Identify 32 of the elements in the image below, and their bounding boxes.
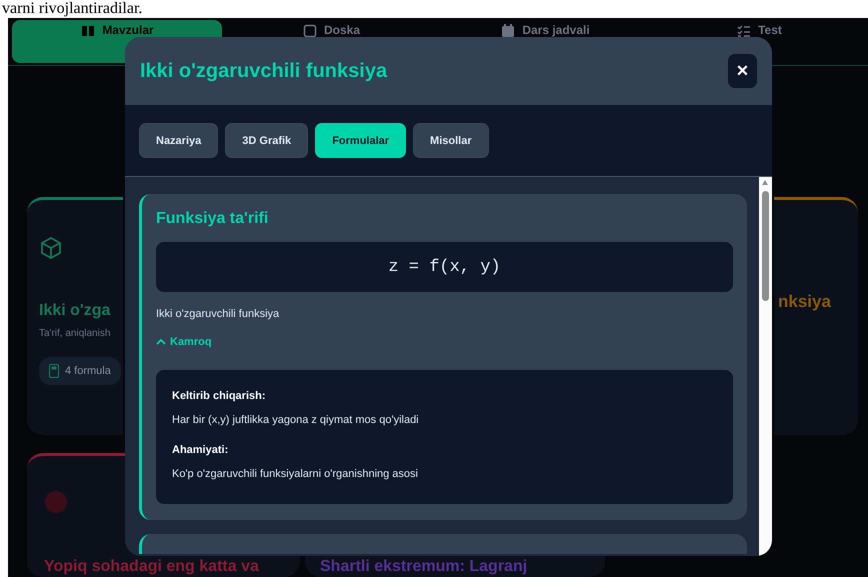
detail-label: Ahamiyati: bbox=[172, 444, 230, 456]
page-text: varni rivojlantiradilar. bbox=[1, 0, 144, 18]
topic-card[interactable]: nksiya bbox=[774, 197, 858, 435]
detail-text: Ko'p o'zgaruvchili funksiyalarni o'rganishning asosi bbox=[172, 468, 419, 480]
tab[interactable]: Formulalar bbox=[315, 123, 406, 158]
tab[interactable]: 3D Grafik bbox=[225, 123, 308, 158]
circle-icon bbox=[44, 490, 68, 514]
formula-description: Ikki o'zgaruvchili funksiya bbox=[156, 308, 280, 320]
formula-box: z = f(x, y) bbox=[156, 242, 733, 292]
nav-tab[interactable]: Dars jadvali bbox=[440, 20, 650, 63]
toggle-link[interactable]: Kamroq bbox=[156, 336, 212, 348]
detail-label: Keltirib chiqarish: bbox=[172, 390, 267, 402]
chevron-icon bbox=[156, 337, 166, 347]
topic-card-title: Ikki o'zga bbox=[39, 302, 112, 320]
topic-card-title: Yopiq sohadagi eng katta va bbox=[44, 558, 260, 576]
topic-card-title: nksiya bbox=[778, 292, 832, 312]
nav-tab-icon bbox=[736, 23, 752, 39]
nav-tab-icon bbox=[302, 23, 318, 39]
nav-tab-icon bbox=[500, 23, 516, 39]
close-button[interactable]: × bbox=[728, 54, 757, 88]
topic-card[interactable]: Ikki o'zga Ta'rif, aniqlanish 4 formula bbox=[27, 197, 123, 435]
tab[interactable]: Misollar bbox=[413, 123, 489, 158]
cube-icon bbox=[39, 236, 63, 260]
formula-title: Funksiya ta'rifi bbox=[156, 210, 270, 228]
scrollbar[interactable] bbox=[759, 177, 772, 556]
calculator-icon bbox=[49, 364, 59, 378]
topic-card-title: Shartli ekstremum: Lagranj bbox=[320, 558, 528, 576]
formula-count-badge: 4 formula bbox=[39, 357, 121, 385]
topic-card-subtitle: Ta'rif, aniqlanish bbox=[39, 328, 112, 339]
tab[interactable]: Nazariya bbox=[139, 123, 218, 158]
detail-text: Har bir (x,y) juftlikka yagona z qiymat mos qo'yiladi bbox=[172, 414, 420, 426]
nav-tab-icon bbox=[80, 23, 96, 39]
